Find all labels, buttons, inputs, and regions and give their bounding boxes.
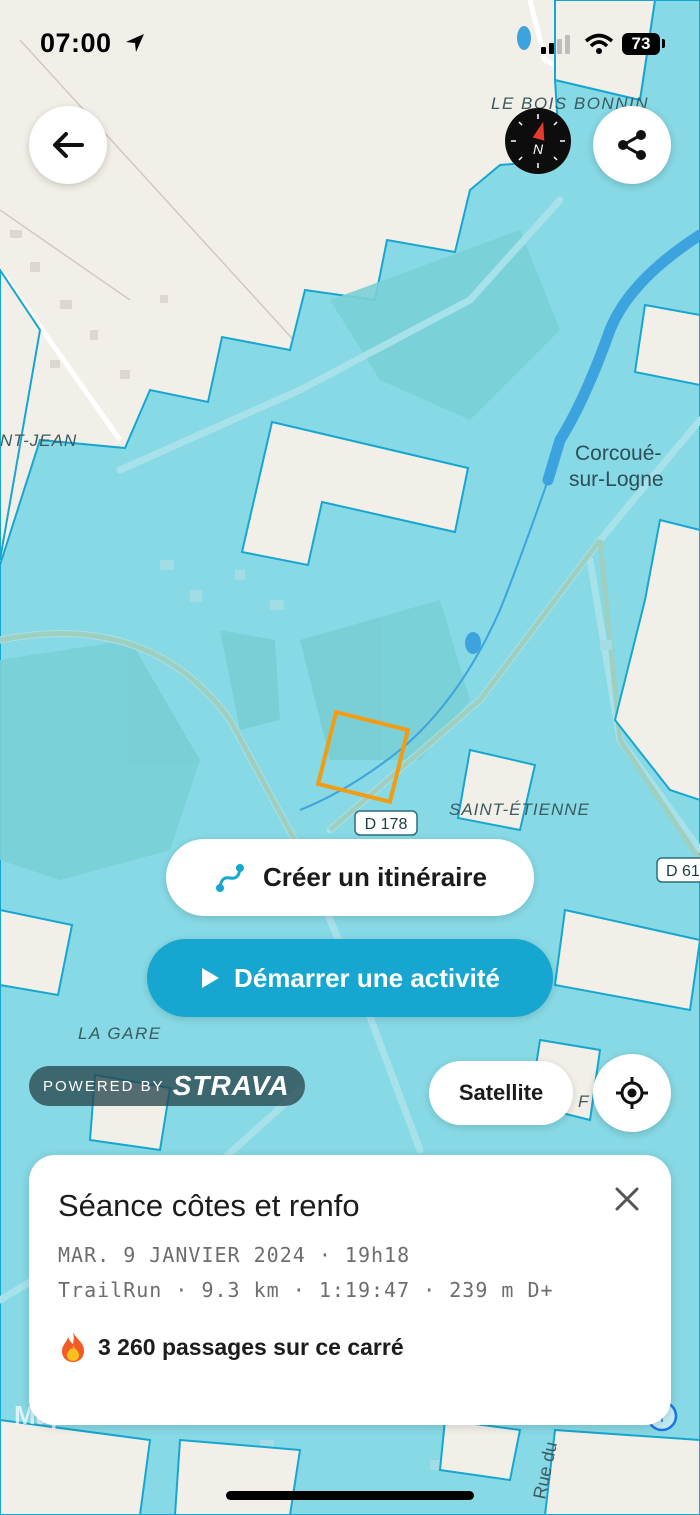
battery-icon: 73 xyxy=(622,33,660,55)
road-shield-d61: D 61 xyxy=(666,863,700,880)
fire-icon xyxy=(62,1332,84,1362)
powered-by-label: POWERED BY xyxy=(43,1077,165,1095)
create-route-label: Créer un itinéraire xyxy=(263,862,487,892)
wifi-icon xyxy=(584,33,614,54)
share-button[interactable] xyxy=(593,106,671,184)
locate-icon xyxy=(616,1077,648,1109)
locate-button[interactable] xyxy=(593,1054,671,1132)
share-icon xyxy=(618,130,646,160)
back-button[interactable] xyxy=(29,106,107,184)
start-activity-button[interactable]: Démarrer une activité xyxy=(147,939,553,1017)
arrow-left-icon xyxy=(53,132,84,158)
compass-button[interactable]: N xyxy=(505,108,571,174)
activity-stats: TrailRun · 9.3 km · 1:19:47 · 239 m D+ xyxy=(58,1278,554,1302)
svg-text:N: N xyxy=(533,141,544,157)
road-shield-d178: D 178 xyxy=(365,816,408,833)
satellite-toggle[interactable]: Satellite xyxy=(429,1061,573,1125)
map-label-la-gare: LA GARE xyxy=(78,1024,162,1043)
battery-cap xyxy=(662,39,665,48)
strava-logo: STRAVA xyxy=(172,1070,290,1101)
close-icon[interactable] xyxy=(613,1185,641,1213)
activity-title: Séance côtes et renfo xyxy=(58,1188,360,1223)
status-bar: 07:00 73 xyxy=(0,28,700,64)
passages-row: 3 260 passages sur ce carré xyxy=(58,1331,404,1363)
map-label-corcoue-2: sur-Logne xyxy=(569,468,664,491)
activity-date: MAR. 9 JANVIER 2024 · 19h18 xyxy=(58,1243,411,1267)
map-label-corcoue-1: Corcoué- xyxy=(575,442,661,465)
activity-card: Séance côtes et renfo MAR. 9 JANVIER 202… xyxy=(29,1155,671,1425)
location-arrow-icon xyxy=(126,34,144,52)
status-time: 07:00 xyxy=(40,28,112,58)
passages-count: 3 260 passages sur ce carré xyxy=(98,1333,404,1360)
map-label-f: F xyxy=(578,1092,590,1111)
compass-icon: N xyxy=(511,114,565,168)
play-icon xyxy=(202,968,220,988)
route-icon xyxy=(216,863,244,892)
map-label-saint-etienne: SAINT-ÉTIENNE xyxy=(449,800,590,819)
create-route-button[interactable]: Créer un itinéraire xyxy=(166,839,534,916)
strava-attribution: POWERED BY STRAVA xyxy=(29,1066,305,1106)
home-indicator[interactable] xyxy=(226,1491,474,1500)
start-activity-label: Démarrer une activité xyxy=(234,962,500,993)
satellite-label: Satellite xyxy=(458,1080,544,1105)
map-label-nt-jean: NT-JEAN xyxy=(0,431,77,450)
cellular-signal-icon xyxy=(541,35,570,54)
